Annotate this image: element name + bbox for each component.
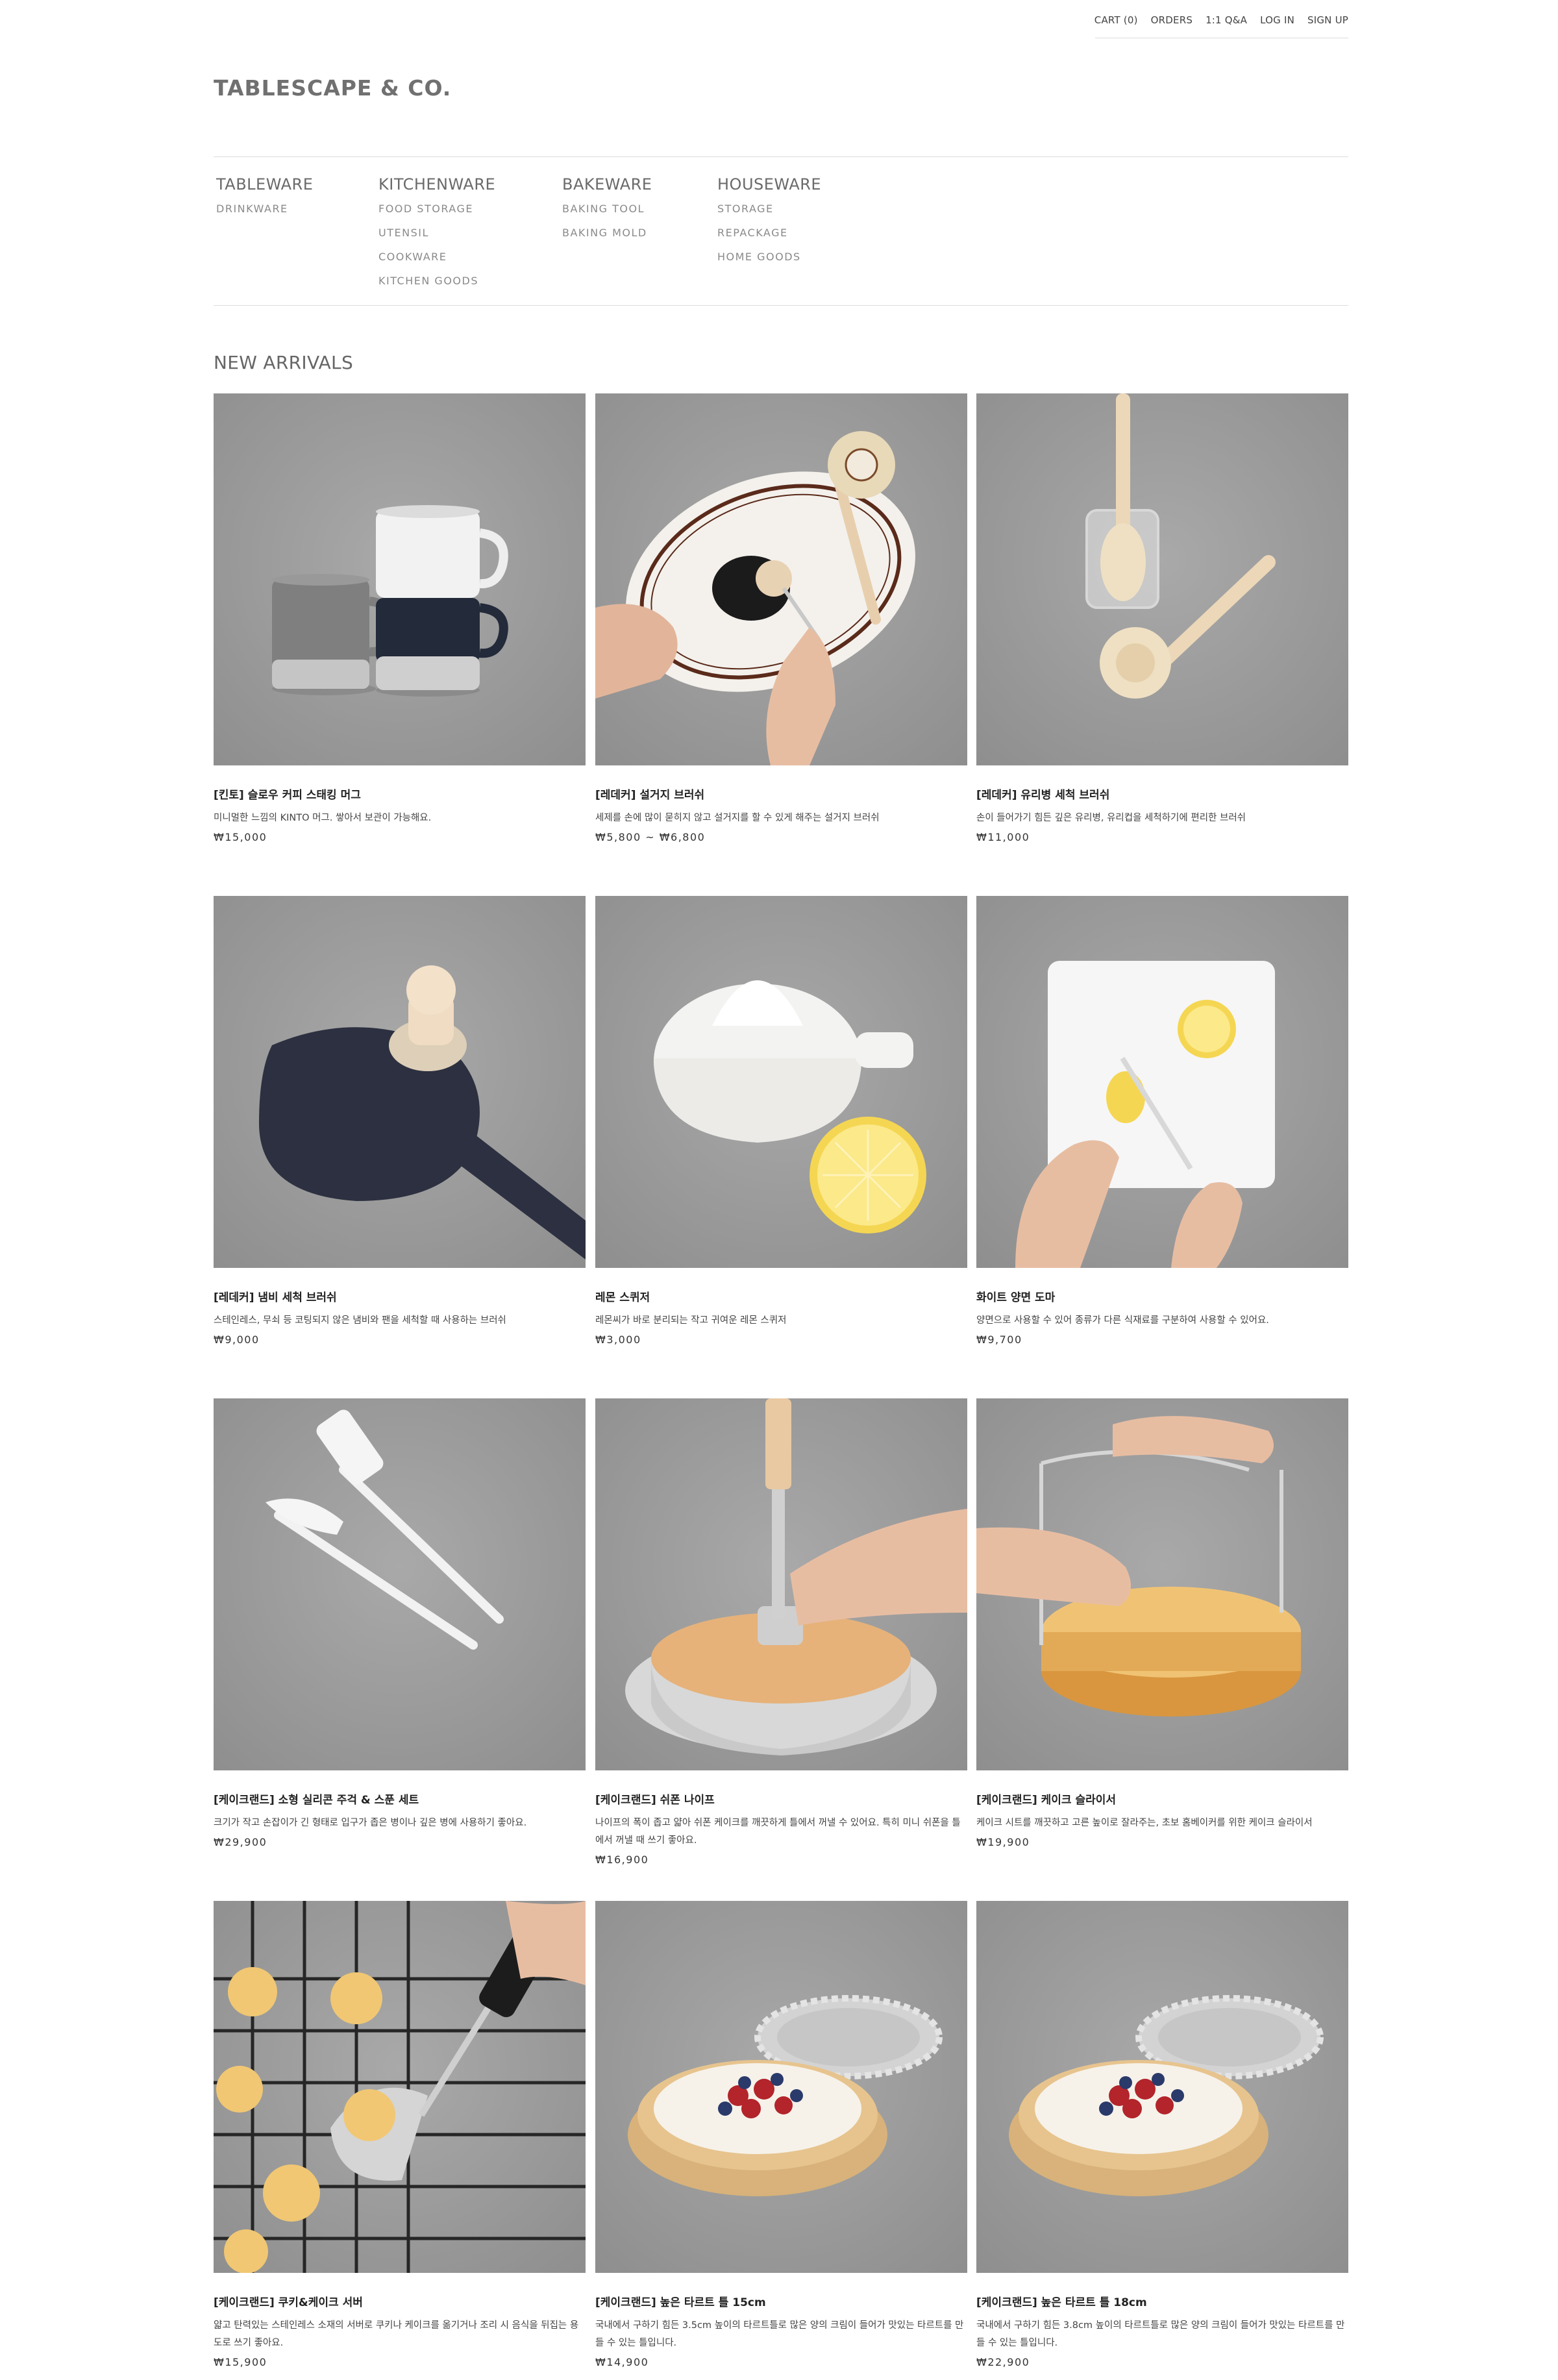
product-image[interactable] [214, 393, 586, 765]
product-card[interactable]: [레데커] 설거지 브러쉬세제를 손에 많이 묻히지 않고 설거지를 할 수 있… [595, 393, 967, 843]
product-card[interactable]: [케이크랜드] 쿠키&케이크 서버얇고 탄력있는 스테인레스 소재의 서버로 쿠… [214, 1901, 586, 2368]
nav-sub-storage[interactable]: STORAGE [717, 203, 821, 215]
product-name[interactable]: [레데커] 설거지 브러쉬 [595, 786, 967, 802]
product-image[interactable] [595, 1398, 967, 1770]
store-logo[interactable]: TABLESCAPE & CO. [214, 75, 451, 101]
nav-category-kitchenware: KITCHENWARE FOOD STORAGE UTENSIL COOKWAR… [378, 175, 495, 287]
product-description: 국내에서 구하기 힘든 3.8cm 높이의 타르트틀로 많은 양의 크림이 들어… [976, 2320, 1345, 2348]
product-image[interactable] [595, 1901, 967, 2273]
cart-link[interactable]: CART (0) [1094, 14, 1138, 26]
product-name[interactable]: 화이트 양면 도마 [976, 1288, 1348, 1304]
product-description: 나이프의 폭이 좁고 얇아 쉬폰 케이크를 깨끗하게 틀에서 꺼낼 수 있어요.… [595, 1818, 961, 1846]
login-link[interactable]: LOG IN [1260, 14, 1294, 26]
nav-sub-baking-tool[interactable]: BAKING TOOL [562, 203, 652, 215]
product-description: 얇고 탄력있는 스테인레스 소재의 서버로 쿠키나 케이크를 옮기거나 조리 시… [214, 2320, 579, 2348]
nav-sub-kitchen-goods[interactable]: KITCHEN GOODS [378, 275, 495, 287]
product-price: ₩5,800 ~ ₩6,800 [595, 831, 706, 843]
product-card[interactable]: [레데커] 냄비 세척 브러쉬스테인레스, 무쇠 등 코팅되지 않은 냄비와 팬… [214, 896, 586, 1346]
product-image[interactable] [214, 896, 586, 1268]
product-description: 크기가 작고 손잡이가 긴 형태로 입구가 좁은 병이나 깊은 병에 사용하기 … [214, 1818, 527, 1828]
nav-tableware[interactable]: TABLEWARE [216, 175, 313, 193]
product-name[interactable]: [케이크랜드] 높은 타르트 틀 15cm [595, 2293, 967, 2309]
product-description: 손이 들어가기 힘든 깊은 유리병, 유리컵을 세척하기에 편리한 브러쉬 [976, 813, 1246, 823]
product-image[interactable] [976, 896, 1348, 1268]
nav-sub-home-goods[interactable]: HOME GOODS [717, 251, 821, 263]
product-image[interactable] [976, 393, 1348, 765]
utility-links: CART (0) ORDERS 1:1 Q&A LOG IN SIGN UP [1094, 14, 1348, 26]
qna-link[interactable]: 1:1 Q&A [1206, 14, 1247, 26]
product-price: ₩15,000 [214, 831, 267, 843]
product-description: 세제를 손에 많이 묻히지 않고 설거지를 할 수 있게 해주는 설거지 브러쉬 [595, 813, 880, 823]
product-card[interactable]: 레몬 스퀴저레몬씨가 바로 분리되는 작고 귀여운 레몬 스퀴저 ₩3,000 [595, 896, 967, 1346]
product-card[interactable]: [케이크랜드] 쉬폰 나이프나이프의 폭이 좁고 얇아 쉬폰 케이크를 깨끗하게… [595, 1398, 967, 1866]
nav-kitchenware[interactable]: KITCHENWARE [378, 175, 495, 193]
product-card[interactable]: [케이크랜드] 높은 타르트 틀 18cm 국내에서 구하기 힘든 3.8cm 높… [976, 1901, 1348, 2368]
product-image[interactable] [214, 1901, 586, 2273]
product-name[interactable]: [레데커] 유리병 세척 브러쉬 [976, 786, 1348, 802]
signup-link[interactable]: SIGN UP [1307, 14, 1348, 26]
product-price: ₩29,900 [214, 1836, 267, 1848]
product-price: ₩9,700 [976, 1333, 1022, 1346]
nav-sub-drinkware[interactable]: DRINKWARE [216, 203, 313, 215]
product-card[interactable]: [케이크랜드] 케이크 슬라이서케이크 시트를 깨끗하고 고른 높이로 잘라주는… [976, 1398, 1348, 1848]
product-card[interactable]: [킨토] 슬로우 커피 스태킹 머그미니멀한 느낌의 KINTO 머그. 쌓아서… [214, 393, 586, 843]
product-description: 양면으로 사용할 수 있어 종류가 다른 식재료를 구분하여 사용할 수 있어요… [976, 1315, 1269, 1326]
product-image[interactable] [214, 1398, 586, 1770]
product-image[interactable] [595, 896, 967, 1268]
nav-sub-utensil[interactable]: UTENSIL [378, 227, 495, 239]
product-description: 레몬씨가 바로 분리되는 작고 귀여운 레몬 스퀴저 [595, 1315, 787, 1326]
product-name[interactable]: [킨토] 슬로우 커피 스태킹 머그 [214, 786, 586, 802]
section-title: NEW ARRIVALS [214, 352, 354, 373]
nav-sub-cookware[interactable]: COOKWARE [378, 251, 495, 263]
nav-category-tableware: TABLEWARE DRINKWARE [216, 175, 313, 215]
product-image[interactable] [976, 1398, 1348, 1770]
nav-category-bakeware: BAKEWARE BAKING TOOL BAKING MOLD [562, 175, 652, 239]
product-image[interactable] [976, 1901, 1348, 2273]
product-description: 미니멀한 느낌의 KINTO 머그. 쌓아서 보관이 가능해요. [214, 813, 432, 823]
product-card[interactable]: 화이트 양면 도마양면으로 사용할 수 있어 종류가 다른 식재료를 구분하여 … [976, 896, 1348, 1346]
product-card[interactable]: [레데커] 유리병 세척 브러쉬손이 들어가기 힘든 깊은 유리병, 유리컵을 … [976, 393, 1348, 843]
product-price: ₩19,900 [976, 1836, 1030, 1848]
nav-sub-repackage[interactable]: REPACKAGE [717, 227, 821, 239]
product-price: ₩15,900 [214, 2356, 267, 2368]
product-price: ₩16,900 [595, 1853, 649, 1866]
orders-link[interactable]: ORDERS [1151, 14, 1193, 26]
nav-category-houseware: HOUSEWARE STORAGE REPACKAGE HOME GOODS [717, 175, 821, 263]
nav-top-divider [214, 156, 1348, 157]
product-name[interactable]: [케이크랜드] 높은 타르트 틀 18cm [976, 2293, 1348, 2309]
product-name[interactable]: [케이크랜드] 소형 실리콘 주걱 & 스푼 세트 [214, 1791, 586, 1807]
nav-bakeware[interactable]: BAKEWARE [562, 175, 652, 193]
product-description: 스테인레스, 무쇠 등 코팅되지 않은 냄비와 팬을 세척할 때 사용하는 브러… [214, 1315, 506, 1326]
nav-sub-food-storage[interactable]: FOOD STORAGE [378, 203, 495, 215]
product-description: 국내에서 구하기 힘든 3.5cm 높이의 타르트틀로 많은 양의 크림이 들어… [595, 2320, 964, 2348]
product-image[interactable] [595, 393, 967, 765]
product-price: ₩22,900 [976, 2356, 1030, 2368]
product-card[interactable]: [케이크랜드] 높은 타르트 틀 15cm 국내에서 구하기 힘든 3.5cm 높… [595, 1901, 967, 2368]
product-name[interactable]: [케이크랜드] 케이크 슬라이서 [976, 1791, 1348, 1807]
product-price: ₩3,000 [595, 1333, 641, 1346]
product-name[interactable]: [케이크랜드] 쿠키&케이크 서버 [214, 2293, 586, 2309]
product-name[interactable]: [케이크랜드] 쉬폰 나이프 [595, 1791, 967, 1807]
nav-sub-baking-mold[interactable]: BAKING MOLD [562, 227, 652, 239]
product-card[interactable]: [케이크랜드] 소형 실리콘 주걱 & 스푼 세트크기가 작고 손잡이가 긴 형… [214, 1398, 586, 1848]
product-price: ₩11,000 [976, 831, 1030, 843]
nav-houseware[interactable]: HOUSEWARE [717, 175, 821, 193]
product-description: 케이크 시트를 깨끗하고 고른 높이로 잘라주는, 초보 홈베이커를 위한 케이… [976, 1818, 1313, 1828]
product-price: ₩9,000 [214, 1333, 260, 1346]
product-price: ₩14,900 [595, 2356, 649, 2368]
nav-bottom-divider [214, 305, 1348, 306]
product-name[interactable]: 레몬 스퀴저 [595, 1288, 967, 1304]
product-name[interactable]: [레데커] 냄비 세척 브러쉬 [214, 1288, 586, 1304]
